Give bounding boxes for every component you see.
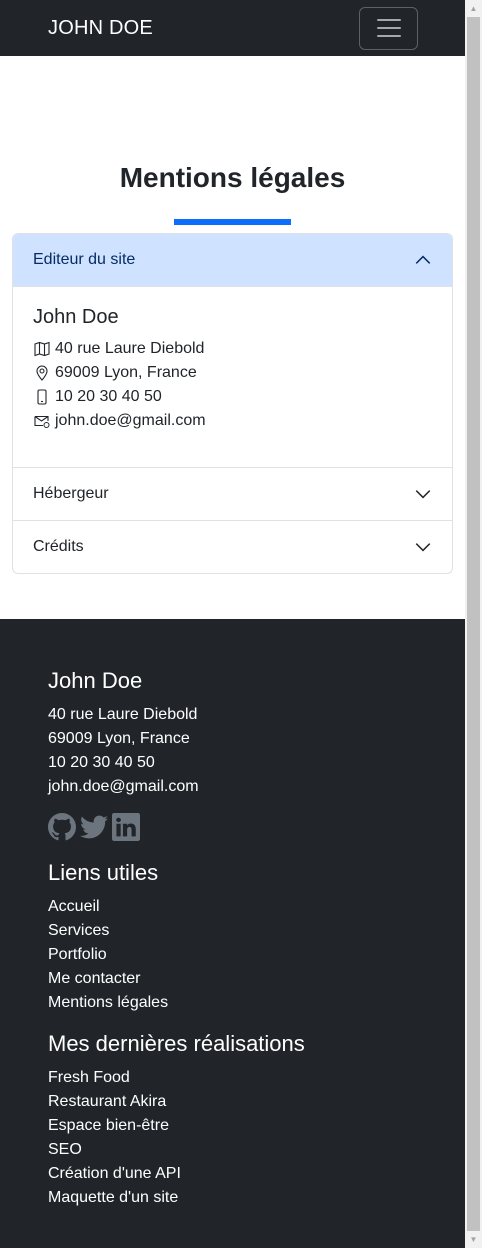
footer-works-title: Mes dernières réalisations: [48, 1031, 305, 1056]
accordion-body-editeur: John Doe 40 rue Laure Diebold 69009 Lyon…: [13, 286, 452, 467]
footer-works-section: Mes dernières réalisations Fresh Food Re…: [48, 1030, 465, 1210]
editor-city: 69009 Lyon, France: [55, 364, 197, 381]
footer-link-mentions[interactable]: Mentions légales: [48, 991, 465, 1015]
accordion-item-hebergeur: Hébergeur: [13, 467, 452, 520]
hamburger-icon-bar: [376, 19, 401, 21]
editor-name: John Doe: [33, 306, 119, 328]
accordion-label: Hébergeur: [33, 485, 109, 502]
footer-works-list: Fresh Food Restaurant Akira Espace bien-…: [48, 1066, 465, 1210]
chevron-up-icon: [414, 251, 432, 269]
footer-phone: 10 20 30 40 50: [48, 754, 155, 771]
brand-link[interactable]: JOHN DOE: [48, 17, 153, 40]
accordion: Editeur du site John Doe 40 rue Laure Di…: [12, 233, 453, 574]
navbar: JOHN DOE: [0, 0, 465, 56]
chevron-down-icon: [414, 538, 432, 556]
footer-links-list: Accueil Services Portfolio Me contacter …: [48, 895, 465, 1015]
accordion-header-editeur[interactable]: Editeur du site: [13, 234, 452, 286]
editor-email-link[interactable]: john.doe@gmail.com: [55, 409, 206, 433]
footer-link-accueil[interactable]: Accueil: [48, 895, 465, 919]
footer-email-link[interactable]: john.doe@gmail.com: [48, 775, 465, 799]
footer-link-contact[interactable]: Me contacter: [48, 967, 465, 991]
footer-address: 40 rue Laure Diebold: [48, 706, 198, 723]
twitter-icon[interactable]: [80, 813, 108, 841]
linkedin-icon[interactable]: [112, 813, 140, 841]
social-links: [48, 813, 465, 841]
editor-phone-line: 10 20 30 40 50: [33, 385, 432, 409]
title-underline: [174, 219, 291, 225]
editor-phone: 10 20 30 40 50: [55, 388, 162, 405]
location-pin-icon: [33, 364, 51, 382]
footer-work-link[interactable]: SEO: [48, 1138, 465, 1162]
accordion-label: Crédits: [33, 538, 84, 555]
envelope-at-icon: [33, 412, 51, 430]
footer-contact: John Doe 40 rue Laure Diebold 69009 Lyon…: [48, 619, 465, 841]
menu-toggle-button[interactable]: [359, 6, 418, 50]
footer-link-services[interactable]: Services: [48, 919, 465, 943]
accordion-header-credits[interactable]: Crédits: [13, 521, 452, 573]
editor-email-line: john.doe@gmail.com: [33, 409, 432, 433]
vertical-scrollbar[interactable]: ▲ ▼: [465, 0, 482, 1248]
accordion-header-hebergeur[interactable]: Hébergeur: [13, 468, 452, 520]
accordion-item-credits: Crédits: [13, 520, 452, 573]
footer: John Doe 40 rue Laure Diebold 69009 Lyon…: [0, 619, 465, 1248]
chevron-down-icon: [414, 485, 432, 503]
footer-link-portfolio[interactable]: Portfolio: [48, 943, 465, 967]
page: JOHN DOE Mentions légales Editeur du sit…: [0, 0, 465, 1248]
page-title: Mentions légales: [119, 162, 346, 193]
map-icon: [33, 340, 51, 358]
footer-links-title: Liens utiles: [48, 860, 159, 885]
phone-icon: [33, 388, 51, 406]
github-icon[interactable]: [48, 813, 76, 841]
footer-contact-lines: 40 rue Laure Diebold 69009 Lyon, France …: [48, 703, 465, 799]
scroll-down-arrow-icon[interactable]: ▼: [465, 1231, 482, 1248]
footer-city: 69009 Lyon, France: [48, 730, 190, 747]
footer-work-link[interactable]: Espace bien-être: [48, 1114, 465, 1138]
footer-links-section: Liens utiles Accueil Services Portfolio …: [48, 859, 465, 1015]
title-section: Mentions légales: [0, 56, 465, 232]
hamburger-icon-bar: [376, 35, 401, 37]
footer-work-link[interactable]: Maquette d'un site: [48, 1186, 465, 1210]
footer-work-link[interactable]: Fresh Food: [48, 1066, 465, 1090]
scroll-up-arrow-icon[interactable]: ▲: [465, 0, 482, 17]
accordion-label: Editeur du site: [33, 251, 136, 268]
footer-work-link[interactable]: Création d'une API: [48, 1162, 465, 1186]
accordion-item-editeur: Editeur du site John Doe 40 rue Laure Di…: [13, 234, 452, 467]
editor-address: 40 rue Laure Diebold: [55, 340, 205, 357]
scrollbar-thumb[interactable]: [467, 17, 480, 1231]
editor-city-line: 69009 Lyon, France: [33, 361, 432, 385]
hamburger-icon-bar: [376, 27, 401, 29]
editor-address-line: 40 rue Laure Diebold: [33, 337, 432, 361]
footer-work-link[interactable]: Restaurant Akira: [48, 1090, 465, 1114]
footer-name: John Doe: [48, 668, 143, 693]
